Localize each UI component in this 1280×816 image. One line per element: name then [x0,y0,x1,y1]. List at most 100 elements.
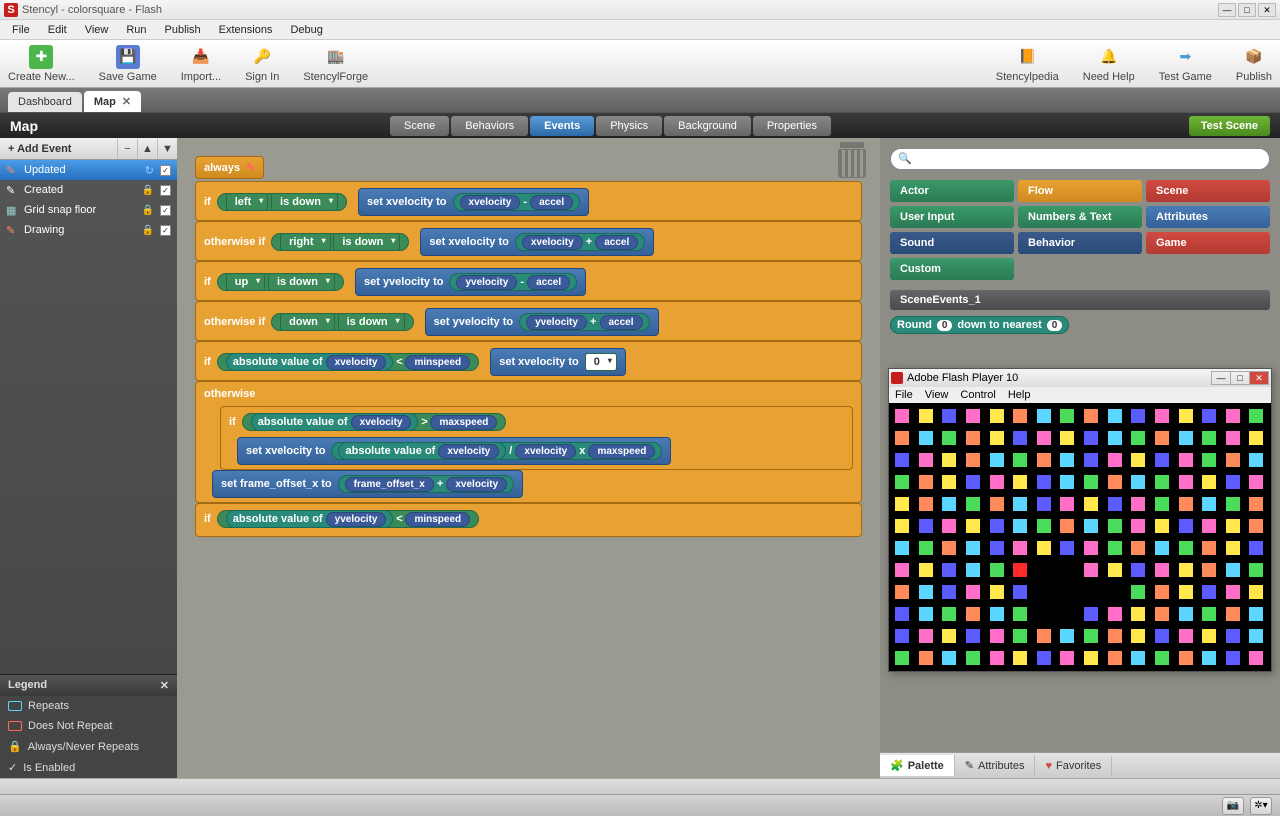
otherwise-block[interactable]: otherwise if absolute value of xvelocity… [195,381,862,503]
key-dropdown[interactable]: left [226,193,269,211]
menu-edit[interactable]: Edit [40,22,75,38]
if-block[interactable]: if absolute value of xvelocity < minspee… [195,341,862,381]
menu-extensions[interactable]: Extensions [211,22,281,38]
menu-debug[interactable]: Debug [282,22,330,38]
minimize-button[interactable]: — [1218,3,1236,17]
need-help-button[interactable]: 🔔Need Help [1083,45,1135,83]
breadcrumb[interactable]: SceneEvents_1 [890,290,1270,310]
category-numbers-text[interactable]: Numbers & Text [1018,206,1142,228]
state-dropdown[interactable]: is down [338,313,405,331]
horizontal-scrollbar[interactable] [0,778,1280,794]
remove-event-button[interactable]: − [117,139,137,159]
otherwise-if-block[interactable]: otherwise if right is down set xvelocity… [195,221,862,261]
if-block[interactable]: if absolute value of xvelocity > maxspee… [220,406,853,470]
close-button[interactable]: ✕ [1258,3,1276,17]
set-xvelocity-block[interactable]: set xvelocity to absolute value of xvelo… [237,437,671,465]
palette-search-input[interactable] [890,148,1270,170]
test-game-button[interactable]: ➡Test Game [1159,45,1212,83]
flash-menu-control[interactable]: Control [960,389,995,401]
category-user-input[interactable]: User Input [890,206,1014,228]
event-drawing[interactable]: ✎ Drawing 🔒 ✓ [0,220,177,240]
if-block[interactable]: if up is down set yvelocity to yvelocity… [195,261,862,301]
scene-tab-behaviors[interactable]: Behaviors [451,116,528,136]
set-frameoffset-block[interactable]: set frame_offset_x to frame_offset_x + x… [212,470,523,498]
always-block[interactable]: always ✎ [195,156,264,179]
state-dropdown[interactable]: is down [333,233,400,251]
category-game[interactable]: Game [1146,232,1270,254]
game-tile [919,563,933,577]
save-game-button[interactable]: 💾Save Game [99,45,157,83]
move-up-button[interactable]: ▲ [137,139,157,159]
stencylpedia-button[interactable]: 📙Stencylpedia [996,45,1059,83]
test-scene-button[interactable]: Test Scene [1189,116,1270,136]
tab-palette[interactable]: 🧩Palette [880,755,955,776]
game-tile [1037,585,1051,599]
key-dropdown[interactable]: up [226,273,265,291]
create-new-button[interactable]: ✚Create New... [8,45,75,83]
game-tile [990,563,1004,577]
tab-attributes[interactable]: ✎Attributes [955,755,1036,776]
flash-maximize-button[interactable]: □ [1230,371,1250,385]
add-event-button[interactable]: + Add Event [0,141,79,157]
category-sound[interactable]: Sound [890,232,1014,254]
flash-menu-file[interactable]: File [895,389,913,401]
category-actor[interactable]: Actor [890,180,1014,202]
import-button[interactable]: 📥Import... [181,45,221,83]
state-dropdown[interactable]: is down [271,193,338,211]
scene-tab-physics[interactable]: Physics [596,116,662,136]
enabled-checkbox[interactable]: ✓ [160,185,171,196]
category-scene[interactable]: Scene [1146,180,1270,202]
enabled-checkbox[interactable]: ✓ [160,225,171,236]
close-legend-icon[interactable]: ✕ [160,679,169,692]
block-canvas[interactable]: always ✎ if left is down set xvelocity t… [177,138,880,778]
game-tile [895,607,909,621]
set-xvelocity-block[interactable]: set xvelocity to 0 [490,348,626,376]
maximize-button[interactable]: □ [1238,3,1256,17]
set-xvelocity-block[interactable]: set xvelocity to xvelocity - accel [358,188,589,216]
trash-icon[interactable] [838,142,866,178]
state-dropdown[interactable]: is down [268,273,335,291]
set-xvelocity-block[interactable]: set xvelocity to xvelocity + accel [420,228,654,256]
category-custom[interactable]: Custom [890,258,1014,280]
key-dropdown[interactable]: down [280,313,335,331]
if-block[interactable]: if left is down set xvelocity to xveloci… [195,181,862,221]
menu-publish[interactable]: Publish [157,22,209,38]
key-dropdown[interactable]: right [280,233,330,251]
event-created[interactable]: ✎ Created 🔒 ✓ [0,180,177,200]
enabled-checkbox[interactable]: ✓ [160,205,171,216]
flash-player-window[interactable]: Adobe Flash Player 10 — □ ✕ File View Co… [888,368,1272,672]
enabled-checkbox[interactable]: ✓ [160,165,171,176]
close-tab-icon[interactable]: ✕ [122,96,131,108]
scene-tab-scene[interactable]: Scene [390,116,449,136]
stencylforge-button[interactable]: 🏬StencylForge [303,45,368,83]
set-yvelocity-block[interactable]: set yvelocity to yvelocity + accel [425,308,659,336]
scene-tab-background[interactable]: Background [664,116,751,136]
move-down-button[interactable]: ▼ [157,139,177,159]
publish-button[interactable]: 📦Publish [1236,45,1272,83]
round-block[interactable]: Round 0 down to nearest 0 [890,316,1069,334]
flash-close-button[interactable]: ✕ [1249,371,1269,385]
camera-button[interactable]: 📷 [1222,797,1244,815]
menu-file[interactable]: File [4,22,38,38]
tab-dashboard[interactable]: Dashboard [8,92,82,112]
game-tile [1179,431,1193,445]
flash-menu-help[interactable]: Help [1008,389,1031,401]
settings-button[interactable]: ✲▾ [1250,797,1272,815]
set-yvelocity-block[interactable]: set yvelocity to yvelocity - accel [355,268,586,296]
category-flow[interactable]: Flow [1018,180,1142,202]
if-block[interactable]: if absolute value of yvelocity < minspee… [195,503,862,537]
event-updated[interactable]: ✎ Updated ↻ ✓ [0,160,177,180]
scene-tab-properties[interactable]: Properties [753,116,831,136]
flash-menu-view[interactable]: View [925,389,949,401]
otherwise-if-block[interactable]: otherwise if down is down set yvelocity … [195,301,862,341]
category-attributes[interactable]: Attributes [1146,206,1270,228]
menu-view[interactable]: View [77,22,117,38]
sign-in-button[interactable]: 🔑Sign In [245,45,279,83]
menu-run[interactable]: Run [118,22,154,38]
event-grid-snap[interactable]: ▦ Grid snap floor 🔒 ✓ [0,200,177,220]
tab-map[interactable]: Map✕ [84,91,141,112]
flash-minimize-button[interactable]: — [1211,371,1231,385]
scene-tab-events[interactable]: Events [530,116,594,136]
tab-favorites[interactable]: ♥Favorites [1035,756,1112,776]
category-behavior[interactable]: Behavior [1018,232,1142,254]
